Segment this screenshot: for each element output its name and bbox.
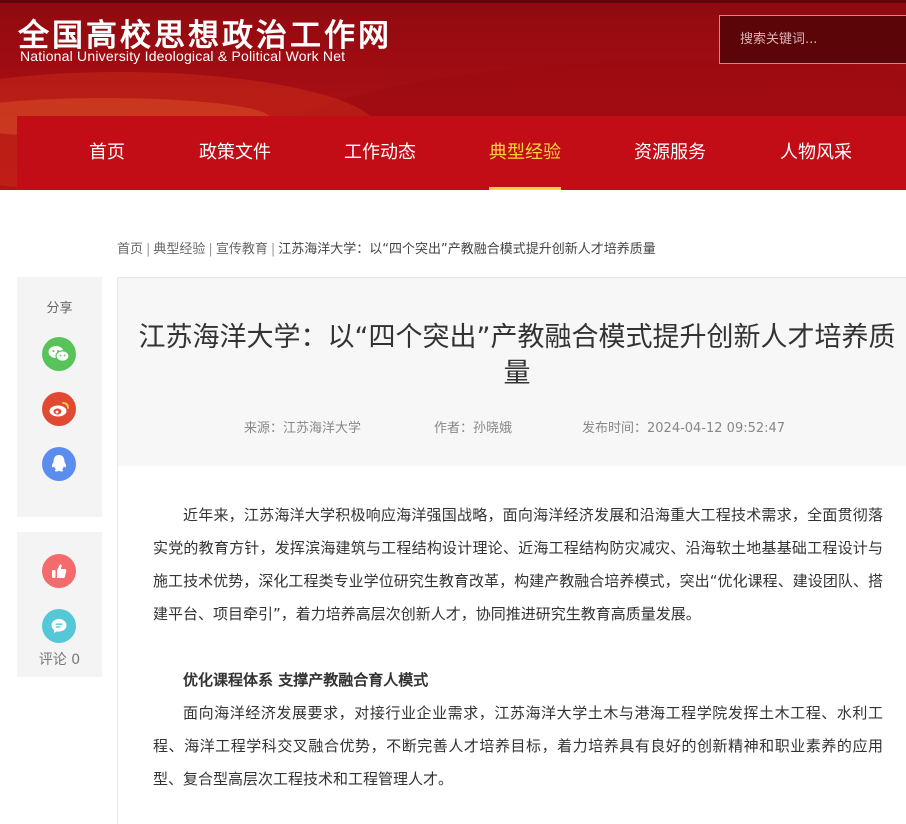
thumbs-up-icon[interactable]	[42, 554, 76, 588]
breadcrumb-publicity[interactable]: 宣传教育	[216, 242, 268, 257]
nav-item-people[interactable]: 人物风采	[780, 116, 852, 190]
nav-item-resources[interactable]: 资源服务	[634, 116, 706, 190]
breadcrumb-home[interactable]: 首页	[117, 242, 143, 257]
article-author: 作者：孙晓娥	[434, 421, 513, 436]
header-top-line	[0, 0, 906, 3]
main-nav: 首页 政策文件 工作动态 典型经验 资源服务 人物风采	[17, 116, 906, 190]
article-body: 近年来，江苏海洋大学积极响应海洋强国战略，面向海洋经济发展和沿海重大工程技术需求…	[153, 499, 883, 796]
comment-icon[interactable]	[42, 609, 76, 643]
article-source: 来源：江苏海洋大学	[244, 421, 362, 436]
site-logo-english[interactable]: National University Ideological & Politi…	[20, 48, 345, 64]
breadcrumb-experience[interactable]: 典型经验	[153, 242, 205, 257]
article-paragraph: 近年来，江苏海洋大学积极响应海洋强国战略，面向海洋经济发展和沿海重大工程技术需求…	[153, 506, 883, 623]
weibo-icon[interactable]	[42, 392, 76, 426]
breadcrumb-current: 江苏海洋大学：以“四个突出”产教融合模式提升创新人才培养质量	[278, 242, 656, 257]
article-subheading: 优化课程体系 支撑产教融合育人模式	[183, 671, 429, 689]
reaction-panel: 评论 0	[17, 532, 102, 677]
share-panel: 分享	[17, 277, 102, 517]
article: 江苏海洋大学：以“四个突出”产教融合模式提升创新人才培养质量 来源：江苏海洋大学…	[117, 277, 906, 824]
search-input[interactable]: 搜索关键词...	[719, 15, 906, 64]
article-publish-time: 发布时间：2024-04-12 09:52:47	[582, 421, 786, 436]
share-label: 分享	[46, 301, 73, 316]
article-header: 江苏海洋大学：以“四个突出”产教融合模式提升创新人才培养质量 来源：江苏海洋大学…	[118, 278, 906, 466]
nav-item-home[interactable]: 首页	[89, 116, 125, 190]
breadcrumb-separator: |	[270, 242, 276, 257]
qq-icon[interactable]	[42, 447, 76, 481]
article-paragraph: 面向海洋经济发展要求，对接行业企业需求，江苏海洋大学土木与港海工程学院发挥土木工…	[153, 704, 883, 788]
breadcrumb-separator: |	[208, 242, 213, 257]
nav-item-experience[interactable]: 典型经验	[489, 116, 561, 190]
comment-count[interactable]: 评论 0	[17, 649, 102, 669]
wechat-icon[interactable]	[42, 337, 76, 371]
nav-item-policy[interactable]: 政策文件	[199, 116, 271, 190]
nav-item-news[interactable]: 工作动态	[344, 116, 416, 190]
breadcrumb-separator: |	[146, 242, 151, 257]
breadcrumb: 首页 | 典型经验 | 宣传教育 | 江苏海洋大学：以“四个突出”产教融合模式提升创新人才培…	[117, 238, 656, 257]
article-title: 江苏海洋大学：以“四个突出”产教融合模式提升创新人才培养质量	[138, 322, 896, 389]
